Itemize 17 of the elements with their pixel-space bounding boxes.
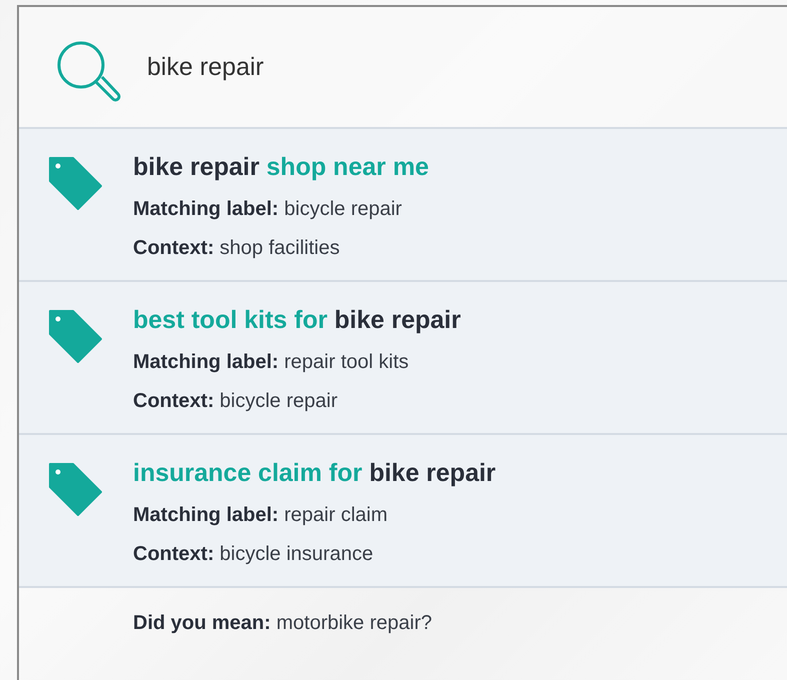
result-title: insurance claim for bike repair bbox=[133, 459, 496, 488]
result-row[interactable]: best tool kits for bike repair Matching label: repair tool kits Context: bicycle repair bbox=[19, 282, 787, 435]
result-row[interactable]: insurance claim for bike repair Matching label: repair claim Context: bicycle insurance bbox=[19, 435, 787, 588]
result-title: best tool kits for bike repair bbox=[133, 306, 461, 335]
result-detail: Matching label: repair tool kits bbox=[133, 351, 410, 374]
tag-icon bbox=[47, 308, 103, 364]
result-detail: Context: bicycle insurance bbox=[133, 543, 374, 566]
result-detail: Matching label: repair claim bbox=[133, 504, 388, 527]
result-title: bike repair shop near me bbox=[133, 153, 429, 182]
result-detail: Context: bicycle repair bbox=[133, 390, 338, 413]
tag-icon bbox=[47, 155, 103, 211]
suggestion-text[interactable]: Did you mean: motorbike repair? bbox=[133, 612, 787, 635]
result-row[interactable]: bike repair shop near me Matching label: bicycle repair Context: shop facilities bbox=[19, 129, 787, 282]
result-detail: Context: shop facilities bbox=[133, 237, 341, 260]
tag-icon bbox=[47, 461, 103, 517]
result-detail: Matching label: bicycle repair bbox=[133, 198, 403, 221]
search-field[interactable]: bike repair bbox=[147, 52, 547, 82]
